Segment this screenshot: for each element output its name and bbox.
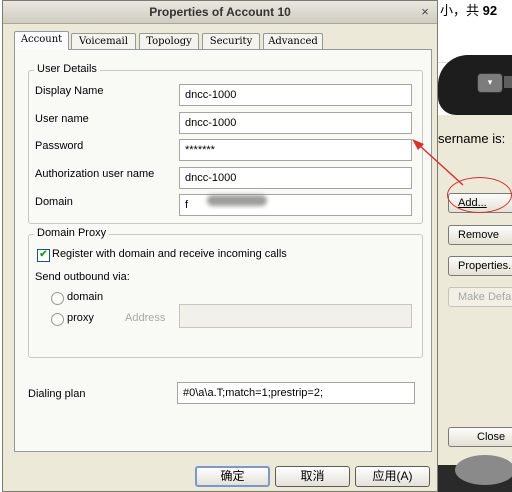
remove-account-button[interactable]: Remove: [448, 225, 512, 245]
tab-account[interactable]: Account: [14, 31, 69, 50]
username-label: sername is:: [438, 131, 506, 146]
phone-skin-edge: [504, 76, 512, 88]
tab-voicemail[interactable]: Voicemail: [71, 33, 136, 49]
send-outbound-label: Send outbound via:: [35, 271, 130, 283]
password-label: Password: [35, 140, 84, 152]
cancel-button[interactable]: 取消: [275, 466, 350, 487]
apply-button[interactable]: 应用(A): [355, 466, 430, 487]
password-field[interactable]: *******: [179, 139, 412, 161]
dialog-title: Properties of Account 10: [149, 5, 291, 19]
account-properties-button[interactable]: Properties.: [448, 256, 512, 276]
display-name-label: Display Name: [35, 85, 104, 97]
proxy-option-label: proxy: [67, 312, 94, 324]
user-name-field[interactable]: dncc-1000: [179, 112, 412, 134]
annotation-circle: [447, 177, 512, 213]
close-icon[interactable]: ×: [417, 4, 433, 19]
auth-user-name-label: Authorization user name: [35, 168, 155, 180]
address-field[interactable]: [179, 304, 412, 328]
account-tab-panel: User Details Display Name dncc-1000 User…: [14, 49, 432, 452]
tab-topology[interactable]: Topology: [139, 33, 199, 49]
domain-label: Domain: [35, 196, 73, 208]
domain-option-label: domain: [67, 291, 104, 303]
address-label: Address: [125, 312, 166, 324]
phone-skin-oval: [455, 455, 512, 485]
domain-proxy-group: Domain Proxy ✔ Register with domain and …: [28, 227, 423, 358]
dialing-plan-field[interactable]: #0\a\a.T;match=1;prestrip=2;: [177, 382, 415, 404]
redacted-domain-blur: [207, 195, 267, 206]
background-top-text: 小，共 92: [440, 3, 498, 18]
register-label: Register with domain and receive incomin…: [52, 248, 287, 260]
auth-user-name-field[interactable]: dncc-1000: [179, 167, 412, 189]
register-checkbox[interactable]: ✔: [37, 249, 50, 262]
domain-radio[interactable]: [51, 292, 64, 305]
domain-proxy-legend: Domain Proxy: [34, 227, 110, 239]
dialog-titlebar[interactable]: Properties of Account 10 ×: [3, 1, 437, 24]
display-name-field[interactable]: dncc-1000: [179, 84, 412, 106]
account-properties-dialog: Properties of Account 10 × Account Voice…: [2, 0, 438, 492]
dialing-plan-label: Dialing plan: [28, 388, 86, 400]
tab-advanced[interactable]: Advanced: [263, 33, 323, 49]
tab-security[interactable]: Security: [202, 33, 260, 49]
user-details-legend: User Details: [34, 63, 100, 75]
make-default-button[interactable]: Make Defau: [448, 287, 512, 307]
ok-button[interactable]: 确定: [195, 466, 270, 487]
phone-dropdown-button[interactable]: ▾: [477, 73, 503, 93]
close-accounts-button[interactable]: Close: [448, 427, 512, 447]
user-name-label: User name: [35, 113, 89, 125]
proxy-radio[interactable]: [51, 313, 64, 326]
